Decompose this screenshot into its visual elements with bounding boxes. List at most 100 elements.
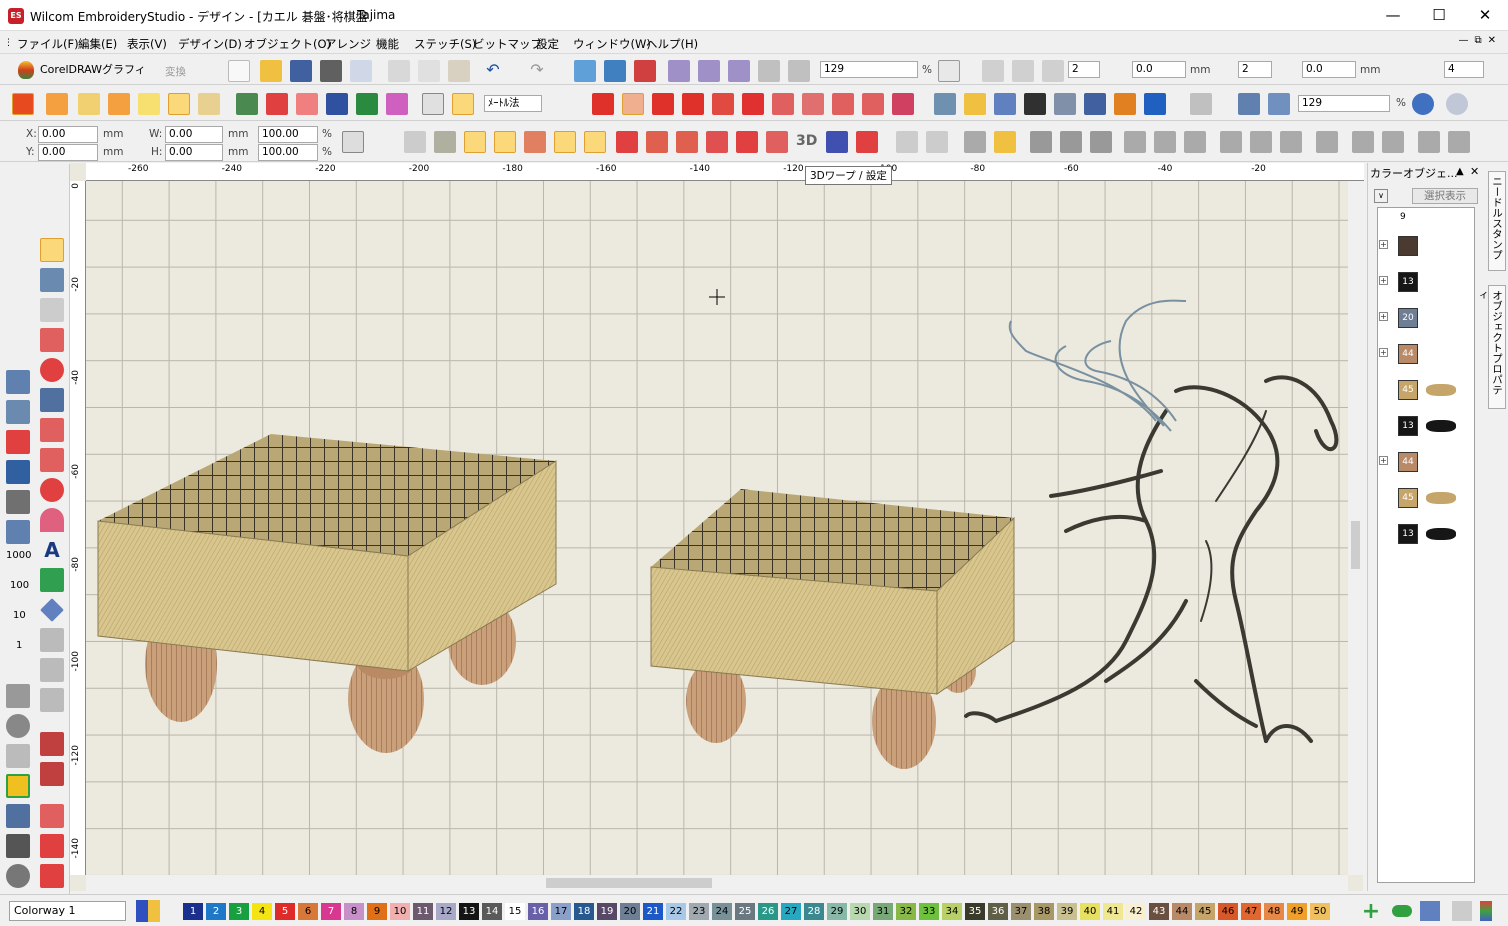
machine-icon-3[interactable]: [728, 60, 750, 82]
palette-color-42[interactable]: 42: [1126, 903, 1146, 920]
expand-icon[interactable]: +: [1379, 348, 1388, 357]
mdi-window-controls[interactable]: —⧉✕: [1458, 35, 1502, 46]
mirror-icon[interactable]: [1190, 93, 1212, 115]
color-object-row[interactable]: 45: [1378, 480, 1474, 516]
lettering-icon[interactable]: A: [40, 538, 64, 562]
color-object-row[interactable]: 45: [1378, 372, 1474, 408]
add-color-icon[interactable]: +: [1360, 901, 1382, 923]
new-file-icon[interactable]: [228, 60, 250, 82]
palette-color-18[interactable]: 18: [574, 903, 594, 920]
input-a-icon[interactable]: [12, 93, 34, 115]
paste-icon[interactable]: [448, 60, 470, 82]
palette-color-44[interactable]: 44: [1172, 903, 1192, 920]
pattern-icon-1[interactable]: [712, 93, 734, 115]
run-stitch-icon[interactable]: [40, 328, 64, 352]
expand-icon[interactable]: +: [1379, 240, 1388, 249]
hexagon-yellow-icon[interactable]: [6, 774, 30, 798]
star-icon-1[interactable]: [40, 834, 64, 858]
menu-stitch[interactable]: ステッチ(S): [414, 36, 476, 52]
palette-color-14[interactable]: 14: [482, 903, 502, 920]
applique-tool-icon[interactable]: [40, 628, 64, 652]
motif-icon[interactable]: [326, 93, 348, 115]
settings-icon-1[interactable]: [934, 93, 956, 115]
cut-icon[interactable]: [388, 60, 410, 82]
expand-icon[interactable]: +: [1379, 276, 1388, 285]
palette-color-37[interactable]: 37: [1011, 903, 1031, 920]
palette-color-7[interactable]: 7: [321, 903, 341, 920]
palette-color-17[interactable]: 17: [551, 903, 571, 920]
star-icon-2[interactable]: [40, 864, 64, 888]
pin-icon[interactable]: ▲: [1456, 166, 1464, 177]
outline-icon[interactable]: [6, 684, 30, 708]
collapse-icon[interactable]: ∨: [1374, 189, 1388, 203]
group-icon[interactable]: [896, 131, 918, 153]
unlock-icon[interactable]: [994, 131, 1016, 153]
stitch-icon-a[interactable]: [40, 804, 64, 828]
palette-color-2[interactable]: 2: [206, 903, 226, 920]
spin-input-c[interactable]: 2: [1238, 61, 1272, 78]
reshape-icon-2[interactable]: [434, 131, 456, 153]
redo-icon[interactable]: ↷: [526, 60, 548, 82]
close-button[interactable]: ✕: [1462, 0, 1508, 31]
go-board[interactable]: [97, 434, 557, 753]
align-middle-icon[interactable]: [1250, 131, 1272, 153]
width-input[interactable]: 0.00: [165, 126, 223, 143]
align-tool-icon-2[interactable]: [1060, 131, 1082, 153]
palette-color-35[interactable]: 35: [965, 903, 985, 920]
line-1-icon[interactable]: [40, 732, 64, 756]
color-chart-icon[interactable]: [994, 93, 1016, 115]
palette-color-25[interactable]: 25: [735, 903, 755, 920]
palette-color-5[interactable]: 5: [275, 903, 295, 920]
spin-input-d[interactable]: 0.0: [1302, 61, 1356, 78]
effect-icon-5[interactable]: [736, 131, 758, 153]
reshape-node-icon[interactable]: [40, 268, 64, 292]
palette-color-21[interactable]: 21: [643, 903, 663, 920]
diamond-icon[interactable]: [40, 598, 64, 622]
palette-color-40[interactable]: 40: [1080, 903, 1100, 920]
align-bottom-icon[interactable]: [1280, 131, 1302, 153]
align-left-icon[interactable]: [1124, 131, 1146, 153]
fish-icon[interactable]: [198, 93, 220, 115]
arrow-tool-icon[interactable]: [6, 804, 30, 828]
color-object-row[interactable]: +44: [1378, 336, 1474, 372]
scale-x-input[interactable]: 100.00: [258, 126, 318, 143]
spin-input-e[interactable]: 4: [1444, 61, 1484, 78]
horizontal-scrollbar[interactable]: [86, 875, 1348, 891]
palette-color-9[interactable]: 9: [367, 903, 387, 920]
color-swatch[interactable]: 45: [1398, 488, 1418, 508]
color-swatch[interactable]: 13: [1398, 272, 1418, 292]
reshape-icon-5[interactable]: [524, 131, 546, 153]
reshape-icon-4[interactable]: [494, 131, 516, 153]
zoom-icon[interactable]: [1238, 93, 1260, 115]
maximize-button[interactable]: ☐: [1416, 0, 1462, 31]
palette-color-22[interactable]: 22: [666, 903, 686, 920]
palette-color-19[interactable]: 19: [597, 903, 617, 920]
machine-icon-2[interactable]: [698, 60, 720, 82]
zigzag-icon-2[interactable]: [622, 93, 644, 115]
scissors-icon[interactable]: [6, 520, 30, 544]
object-properties-tab[interactable]: オブジェクトプロパティ: [1476, 285, 1506, 409]
panel-close-icon[interactable]: ✕: [1470, 165, 1479, 178]
colorway-swatch-icon[interactable]: [136, 900, 160, 922]
palette-color-34[interactable]: 34: [942, 903, 962, 920]
design-artwork[interactable]: [86, 181, 1348, 875]
grid-show-icon[interactable]: [422, 93, 444, 115]
zoom-factor-input[interactable]: 129: [820, 61, 918, 78]
space-icon-1[interactable]: [1352, 131, 1374, 153]
palette-color-20[interactable]: 20: [620, 903, 640, 920]
vertical-scrollbar[interactable]: [1348, 181, 1363, 875]
print-preview-icon[interactable]: [350, 60, 372, 82]
palette-color-43[interactable]: 43: [1149, 903, 1169, 920]
dots-icon[interactable]: [1054, 93, 1076, 115]
hoop-icon[interactable]: [6, 864, 30, 888]
minimize-button[interactable]: —: [1370, 0, 1416, 31]
palette-color-28[interactable]: 28: [804, 903, 824, 920]
colorway-select[interactable]: Colorway 1: [9, 901, 126, 921]
step-1-label[interactable]: 1: [16, 640, 22, 651]
color-blend-icon[interactable]: [634, 60, 656, 82]
color-object-list[interactable]: 9 + +13 +20 +44 45 13 +44 45 13: [1377, 207, 1475, 883]
palette-color-41[interactable]: 41: [1103, 903, 1123, 920]
palette-color-6[interactable]: 6: [298, 903, 318, 920]
color-object-row[interactable]: +20: [1378, 300, 1474, 336]
space-icon-2[interactable]: [1382, 131, 1404, 153]
